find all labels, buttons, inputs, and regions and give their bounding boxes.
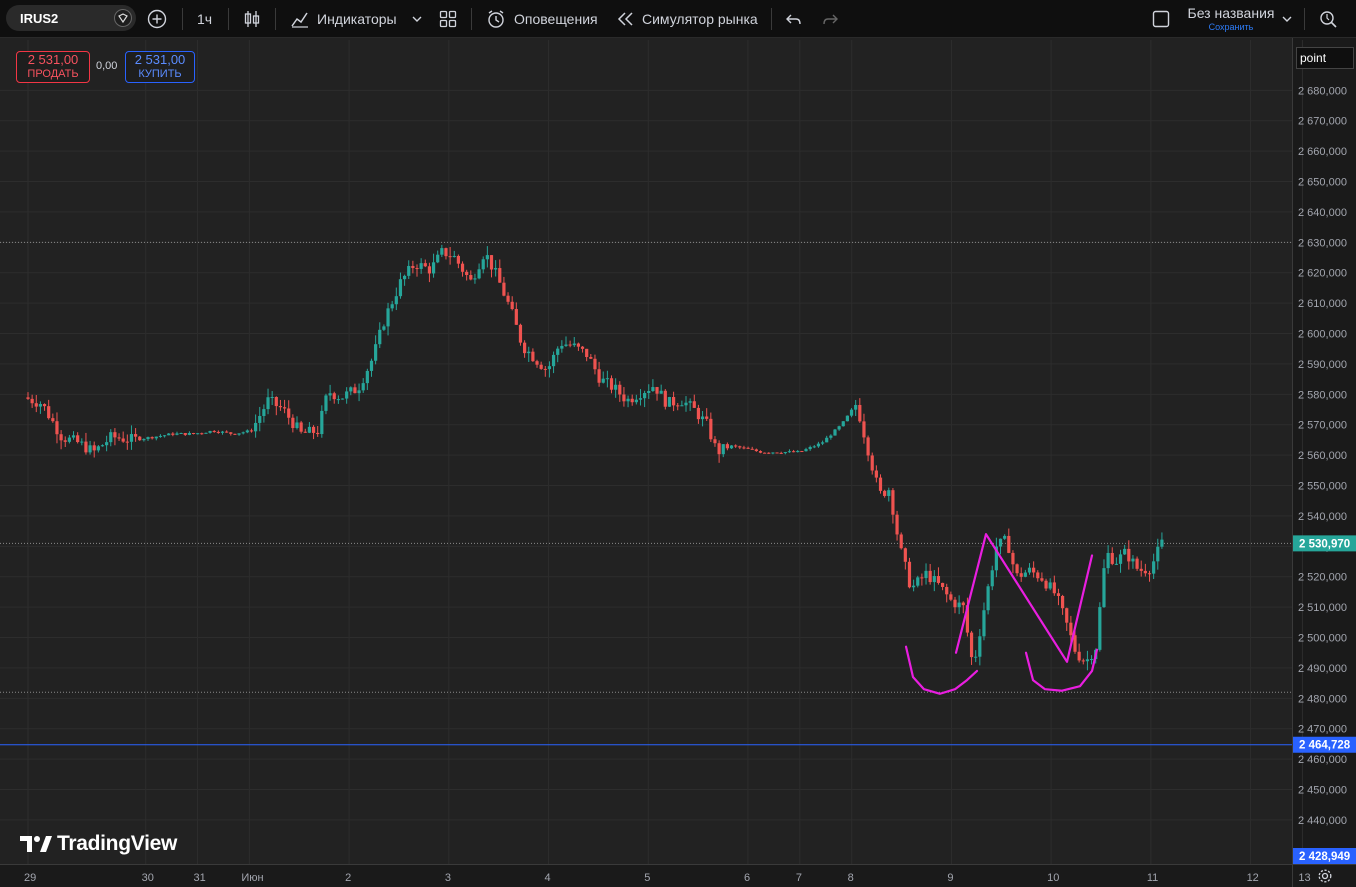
undo-button[interactable] — [785, 0, 803, 37]
time-axis[interactable] — [0, 864, 1292, 887]
candles-icon — [244, 10, 260, 27]
axis-settings[interactable] — [1292, 864, 1356, 887]
alert-clock-icon — [488, 9, 504, 28]
interval-button[interactable]: 1ч — [197, 0, 212, 37]
toolbar-divider — [1304, 8, 1305, 30]
indicators-button[interactable]: Индикаторы — [290, 0, 397, 37]
toolbar-divider — [182, 8, 183, 30]
chart-pane[interactable] — [0, 38, 1292, 864]
templates-button[interactable] — [439, 0, 457, 37]
grid-icon — [439, 10, 457, 27]
indicators-icon — [291, 12, 308, 28]
quick-search-icon — [1320, 10, 1337, 28]
quick-search-button[interactable] — [1318, 0, 1338, 37]
buy-button[interactable]: 2 531,00 КУПИТЬ — [125, 51, 195, 83]
chevron-down-icon — [412, 16, 422, 22]
fullscreen-icon — [1152, 10, 1170, 27]
replay-button[interactable]: Симулятор рынка — [617, 0, 758, 37]
tradingview-logo[interactable]: TradingView — [20, 832, 177, 856]
redo-button[interactable] — [821, 0, 839, 37]
spread-value: 0,00 — [96, 60, 118, 72]
sell-label: ПРОДАТЬ — [27, 68, 79, 80]
redo-icon — [823, 14, 838, 24]
plus-circle-icon — [147, 9, 167, 28]
buy-price: 2 531,00 — [134, 52, 186, 67]
interval-label: 1ч — [197, 10, 213, 27]
alerts-label: Оповещения — [514, 10, 598, 27]
replay-label: Симулятор рынка — [642, 10, 758, 27]
layout-dropdown[interactable] — [1281, 0, 1293, 37]
tradingview-logo-icon — [20, 836, 52, 852]
top-toolbar: IRUS2 1ч Индикаторы Оповещения Симулятор… — [0, 0, 1356, 38]
chart-type-button[interactable] — [242, 0, 262, 37]
settings-gear-icon — [1318, 869, 1332, 883]
chevron-down-icon — [1282, 16, 1292, 22]
layout-title: Без названия — [1187, 5, 1275, 21]
alerts-button[interactable]: Оповещения — [486, 0, 598, 37]
fullscreen-toggle[interactable] — [1152, 0, 1170, 37]
indicators-dropdown[interactable] — [411, 0, 423, 37]
logo-text: TradingView — [57, 832, 178, 855]
price-axis[interactable] — [1292, 38, 1356, 864]
toolbar-divider — [228, 8, 229, 30]
undo-icon — [786, 14, 801, 24]
symbol-name: IRUS2 — [20, 10, 59, 26]
toolbar-divider — [471, 8, 472, 30]
axis-mode-label[interactable]: point — [1296, 47, 1354, 69]
toolbar-divider — [771, 8, 772, 30]
sell-price: 2 531,00 — [27, 52, 79, 67]
toolbar-divider — [275, 8, 276, 30]
layout-name[interactable]: Без названия Сохранить — [1185, 5, 1277, 32]
symbol-badge-icon[interactable] — [114, 9, 132, 27]
indicators-label: Индикаторы — [317, 10, 397, 27]
buy-label: КУПИТЬ — [138, 68, 182, 80]
sell-button[interactable]: 2 531,00 ПРОДАТЬ — [16, 51, 90, 83]
layout-save-link[interactable]: Сохранить — [1185, 22, 1277, 32]
compare-add-button[interactable] — [147, 0, 169, 37]
symbol-search[interactable]: IRUS2 — [6, 5, 136, 31]
replay-icon — [617, 11, 633, 26]
